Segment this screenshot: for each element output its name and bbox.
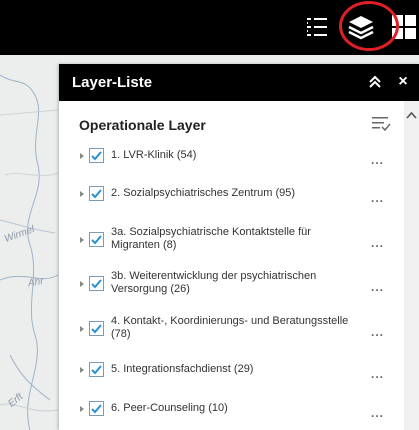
caret-right-icon[interactable]: [78, 280, 86, 288]
collapse-button[interactable]: [365, 72, 385, 92]
panel-title: Layer-Liste: [72, 74, 153, 91]
checkmark-icon: [91, 365, 102, 375]
checkmark-icon: [91, 324, 102, 334]
checkmark-icon: [91, 235, 102, 245]
layer-item[interactable]: 3b. Weiterentwicklung der psychiatrische…: [59, 263, 404, 303]
caret-right-icon[interactable]: [78, 236, 86, 244]
layer-label: 6. Peer-Counseling (10): [111, 402, 228, 414]
layer-checkbox[interactable]: [89, 232, 104, 247]
close-icon: ×: [398, 73, 408, 90]
layer-item[interactable]: 4. Kontakt-, Koordinierungs- und Beratun…: [59, 308, 404, 348]
scroll-up-icon[interactable]: [404, 109, 419, 123]
layer-list-panel: Layer-Liste × Operationale Layer 1. LVR-…: [59, 64, 419, 430]
layer-checkbox[interactable]: [89, 321, 104, 336]
layer-menu-button[interactable]: ...: [371, 281, 389, 293]
layer-checkbox[interactable]: [89, 276, 104, 291]
layer-item[interactable]: 3a. Sozialpsychiatrische Kontaktstelle f…: [59, 219, 404, 259]
layer-label: 3b. Weiterentwicklung der psychiatrische…: [111, 270, 317, 295]
caret-right-icon[interactable]: [78, 152, 86, 160]
close-button[interactable]: ×: [393, 72, 413, 92]
operational-layers-title: Operationale Layer: [79, 117, 206, 133]
caret-right-icon[interactable]: [78, 366, 86, 374]
layer-checkbox[interactable]: [89, 362, 104, 377]
caret-right-icon[interactable]: [78, 325, 86, 333]
layer-item[interactable]: 5. Integrationsfachdienst (29) ...: [59, 355, 404, 391]
layer-checkbox[interactable]: [89, 401, 104, 416]
chevron-double-up-icon: [369, 75, 381, 88]
filter-list-icon: [372, 117, 391, 132]
layer-item[interactable]: 2. Sozialpsychiatrisches Zentrum (95) ..…: [59, 179, 404, 215]
highlight-ring: [339, 1, 399, 51]
layer-checkbox[interactable]: [89, 148, 104, 163]
layer-label: 2. Sozialpsychiatrisches Zentrum (95): [111, 187, 296, 199]
caret-right-icon[interactable]: [78, 190, 86, 198]
layer-menu-button[interactable]: ...: [371, 368, 389, 380]
layer-label: 3a. Sozialpsychiatrische Kontaktstelle f…: [111, 226, 311, 251]
layer-list: 1. LVR-Klinik (54) ... 2. Sozialpsychiat…: [59, 141, 404, 430]
layer-menu-button[interactable]: ...: [371, 407, 389, 419]
layer-menu-button[interactable]: ...: [371, 192, 389, 204]
layer-label: 5. Integrationsfachdienst (29): [111, 363, 254, 375]
layer-checkbox[interactable]: [89, 186, 104, 201]
panel-header: Layer-Liste ×: [59, 64, 419, 101]
layer-label: 1. LVR-Klinik (54): [111, 149, 197, 161]
layer-item[interactable]: 1. LVR-Klinik (54) ...: [59, 141, 404, 177]
legend-list-icon: [307, 18, 327, 36]
checkmark-icon: [91, 279, 102, 289]
layer-menu-button[interactable]: ...: [371, 154, 389, 166]
scrollbar[interactable]: [404, 101, 419, 430]
operational-layers-header: Operationale Layer: [59, 101, 404, 141]
layer-label: 4. Kontakt-, Koordinierungs- und Beratun…: [111, 315, 349, 340]
layer-item[interactable]: 6. Peer-Counseling (10) ...: [59, 394, 404, 430]
caret-right-icon[interactable]: [78, 405, 86, 413]
layer-options-button[interactable]: [371, 114, 391, 132]
layer-menu-button[interactable]: ...: [371, 326, 389, 338]
legend-button[interactable]: [302, 12, 332, 42]
checkmark-icon: [91, 404, 102, 414]
layer-menu-button[interactable]: ...: [371, 237, 389, 249]
checkmark-icon: [91, 189, 102, 199]
top-toolbar: [0, 0, 419, 55]
checkmark-icon: [91, 151, 102, 161]
